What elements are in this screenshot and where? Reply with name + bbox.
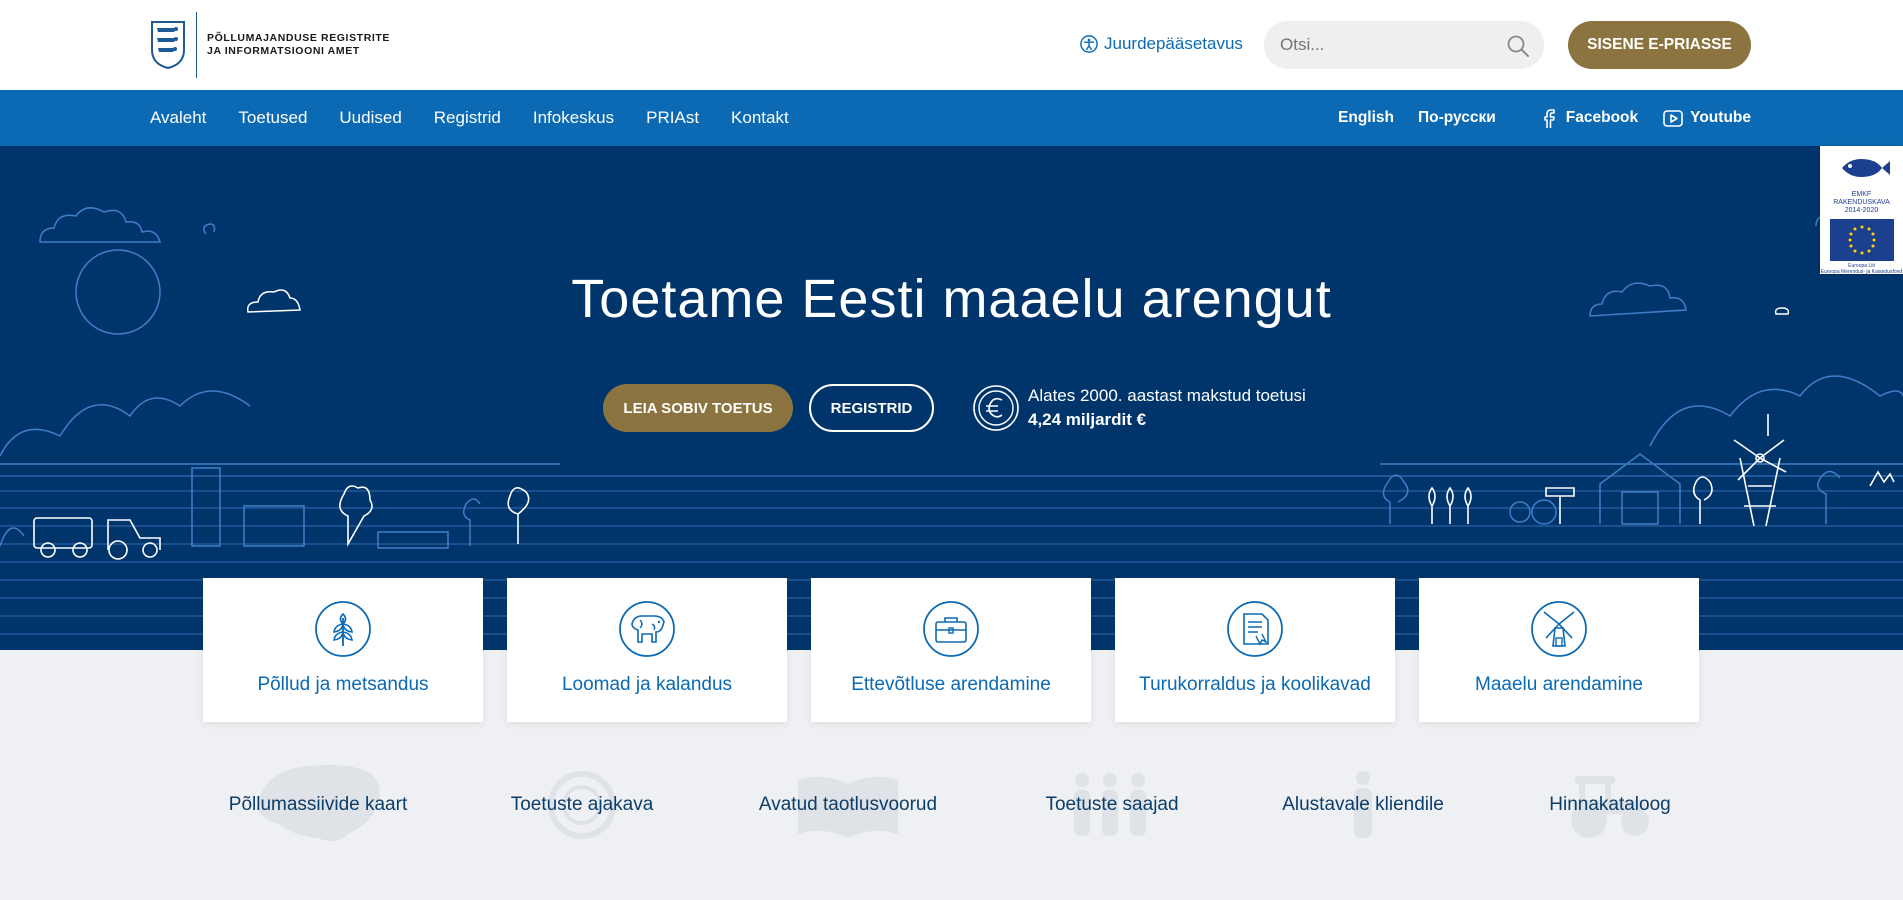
login-eprias-button[interactable]: SISENE E-PRIASSE: [1568, 21, 1751, 69]
logo-line-2: ja Informatsiooni Amet: [207, 45, 360, 57]
hero-banner: Toetame Eesti maaelu arengut LEIA SOBIV …: [0, 146, 1903, 650]
nav-item-uudised[interactable]: Uudised: [339, 108, 401, 128]
site-logo[interactable]: Põllumajanduse Registrite ja Informatsio…: [150, 12, 390, 78]
hero-title: Toetame Eesti maaelu arengut: [571, 269, 1332, 329]
card-label-animals: Loomad ja kalandus: [561, 674, 733, 695]
site-header: Põllumajanduse Registrite ja Informatsio…: [0, 0, 1903, 90]
landscape-illustration: [0, 203, 1903, 635]
quick-link-recipients[interactable]: Toetuste saajad: [1044, 760, 1180, 850]
quick-link-label-rounds: Avatud taotlusvoorud: [758, 794, 938, 815]
nav-item-infokeskus[interactable]: Infokeskus: [533, 108, 614, 128]
facebook-icon: [1543, 109, 1555, 128]
wheat-icon: [315, 601, 371, 657]
card-label-business: Ettevõtluse arendamine: [851, 674, 1051, 695]
find-support-button[interactable]: LEIA SOBIV TOETUS: [603, 384, 793, 432]
paid-support-label: Alates 2000. aastast makstud toetusi: [1028, 386, 1306, 405]
nav-item-toetused[interactable]: Toetused: [238, 108, 307, 128]
quick-link-label-recipients: Toetuste saajad: [1045, 794, 1179, 815]
briefcase-icon: [923, 601, 979, 657]
card-business-development[interactable]: Ettevõtluse arendamine: [811, 578, 1091, 722]
nav-item-registrid[interactable]: Registrid: [434, 108, 501, 128]
accessibility-icon: [1080, 35, 1098, 53]
nav-menu: Avaleht Toetused Uudised Registrid Infok…: [150, 90, 821, 146]
card-label-market: Turukorraldus ja koolikavad: [1139, 674, 1371, 695]
card-fields-forestry[interactable]: Põllud ja metsandus: [203, 578, 483, 722]
program-line-3: 2014-2020: [1844, 207, 1879, 214]
main-navigation: Avaleht Toetused Uudised Registrid Infok…: [0, 90, 1903, 146]
search-input[interactable]: [1280, 35, 1480, 55]
euro-coin-icon: [973, 385, 1019, 431]
coat-of-arms-icon: [151, 21, 185, 70]
program-line-2: RAKENDUSKAVA: [1833, 199, 1890, 206]
eu-flag-icon: [1829, 219, 1894, 261]
search-icon[interactable]: [1506, 34, 1530, 58]
program-line-1: EMKF: [1851, 191, 1872, 198]
cow-icon: [619, 601, 675, 657]
lang-russian-link[interactable]: По-русски: [1418, 109, 1496, 127]
quick-link-schedule[interactable]: Toetuste ajakava: [508, 760, 656, 850]
nav-item-kontakt[interactable]: Kontakt: [731, 108, 789, 128]
facebook-link[interactable]: Facebook: [1538, 107, 1638, 129]
registers-button[interactable]: REGISTRID: [809, 384, 934, 432]
paid-support-amount: 4,24 miljardit €: [1028, 410, 1147, 429]
quick-link-label-catalog: Hinnakataloog: [1549, 794, 1671, 815]
accessibility-link[interactable]: Juurdepääsetavus: [1080, 34, 1243, 54]
eu-line-2: Euroopa Merendus- ja Kalandusfond: [1820, 269, 1903, 275]
card-rural-development[interactable]: Maaelu arendamine: [1419, 578, 1699, 722]
document-icon: [1227, 601, 1283, 657]
quick-link-field-map[interactable]: Põllumassiivide kaart: [228, 760, 408, 850]
accessibility-label: Juurdepääsetavus: [1104, 34, 1243, 53]
nav-secondary: English По-русски Facebook Youtube: [1314, 90, 1751, 146]
eu-funding-badge[interactable]: EMKF RAKENDUSKAVA 2014-2020 Euroopa Liit…: [1820, 146, 1903, 275]
logo-divider: [196, 12, 197, 78]
nav-item-priast[interactable]: PRIAst: [646, 108, 699, 128]
card-label-rural: Maaelu arendamine: [1475, 674, 1643, 695]
search-box: [1264, 21, 1544, 69]
quick-link-open-rounds[interactable]: Avatud taotlusvoorud: [756, 760, 940, 850]
quick-link-label-schedule: Toetuste ajakava: [510, 794, 654, 815]
logo-line-1: Põllumajanduse Registrite: [207, 32, 391, 44]
windmill-icon: [1531, 601, 1587, 657]
youtube-icon: [1663, 110, 1683, 127]
youtube-label: Youtube: [1690, 109, 1751, 126]
fish-logo-icon: [1842, 159, 1890, 177]
category-cards: Põllud ja metsandus Loomad ja kalandus E…: [203, 578, 1699, 722]
paid-support-stat: Alates 2000. aastast makstud toetusi 4,2…: [972, 384, 1306, 432]
quick-links: Põllumassiivide kaart Toetuste ajakava A…: [0, 760, 1903, 850]
quick-link-new-client[interactable]: Alustavale kliendile: [1278, 760, 1448, 850]
lang-english-link[interactable]: English: [1338, 109, 1394, 127]
logo-text: Põllumajanduse Registrite ja Informatsio…: [207, 32, 390, 58]
quick-link-label-map: Põllumassiivide kaart: [228, 794, 408, 815]
quick-link-price-catalog[interactable]: Hinnakataloog: [1544, 760, 1676, 850]
card-animals-fishery[interactable]: Loomad ja kalandus: [507, 578, 787, 722]
card-market-school-schemes[interactable]: Turukorraldus ja koolikavad: [1115, 578, 1395, 722]
facebook-label: Facebook: [1565, 109, 1639, 126]
youtube-link[interactable]: Youtube: [1662, 107, 1751, 129]
quick-link-label-new-client: Alustavale kliendile: [1282, 794, 1444, 815]
nav-item-avaleht[interactable]: Avaleht: [150, 108, 206, 128]
card-label-fields: Põllud ja metsandus: [257, 674, 429, 695]
